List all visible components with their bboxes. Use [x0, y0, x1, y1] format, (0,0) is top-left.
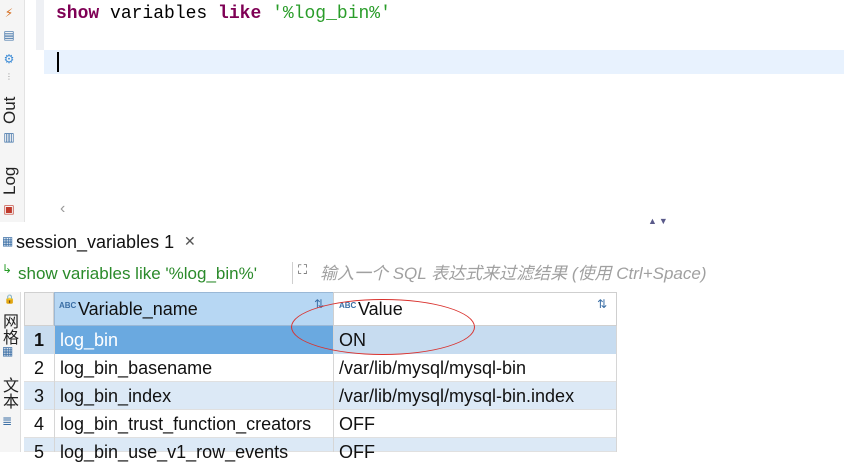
output-panel-label[interactable]: Out	[0, 92, 20, 128]
cell-variable-name[interactable]: log_bin_index	[60, 386, 171, 407]
row-number: 3	[33, 386, 44, 406]
sort-filter-icon[interactable]: ⇅	[597, 297, 607, 311]
log-panel-label[interactable]: Log	[0, 164, 20, 198]
run-script-icon[interactable]: ⚡	[2, 6, 16, 20]
cell-value[interactable]: OFF	[339, 414, 375, 435]
row-number: 2	[33, 358, 44, 378]
text-icon[interactable]: ≣	[2, 414, 12, 428]
divider	[292, 262, 293, 284]
row-number: 1	[33, 330, 44, 350]
sql-editor[interactable]	[36, 0, 844, 222]
grid-icon[interactable]: ▦	[2, 344, 13, 358]
more-icon[interactable]: ⋮	[2, 70, 16, 84]
output-icon[interactable]: ▥	[2, 130, 16, 144]
sql-text: variables	[99, 4, 219, 24]
close-icon[interactable]: ✕	[184, 233, 196, 250]
column-header-label: Variable_name	[78, 299, 198, 319]
text-view-label[interactable]: 文本	[0, 376, 20, 410]
log-icon[interactable]: ▣	[2, 202, 16, 216]
cell-variable-name[interactable]: log_bin	[60, 330, 118, 351]
cell-variable-name[interactable]: log_bin_use_v1_row_events	[60, 442, 288, 463]
sql-keyword-show: show	[56, 4, 100, 24]
cell-variable-name[interactable]: log_bin_basename	[60, 358, 212, 379]
sql-query-icon: ↳	[2, 262, 13, 276]
editor-gutter	[36, 0, 44, 50]
string-type-icon: ABC	[59, 301, 77, 310]
row-number: 5	[33, 442, 44, 462]
filter-input[interactable]	[320, 262, 840, 286]
tab-label[interactable]: session_variables 1	[16, 232, 174, 253]
cell-value[interactable]: OFF	[339, 442, 375, 463]
text-caret	[57, 52, 59, 72]
gear-icon[interactable]: ⚙	[2, 52, 16, 66]
table-icon: ▦	[2, 234, 14, 248]
panel-toggle-arrows-icon[interactable]: ▲▼	[648, 216, 670, 226]
current-line-highlight	[44, 50, 844, 74]
sql-keyword-like: like	[218, 4, 262, 24]
cell-variable-name[interactable]: log_bin_trust_function_creators	[60, 414, 311, 435]
source-query-text[interactable]: show variables like '%log_bin%'	[18, 264, 257, 284]
cell-value[interactable]: /var/lib/mysql/mysql-bin	[339, 358, 526, 379]
outline-icon[interactable]: ▤	[2, 28, 16, 42]
annotation-circle	[291, 299, 475, 355]
divider	[616, 326, 617, 452]
expand-filter-icon[interactable]: ⛶	[298, 262, 307, 278]
scroll-left-icon[interactable]: ‹	[60, 200, 65, 218]
sql-string-literal: '%log_bin%'	[272, 4, 391, 24]
row-number-header	[24, 292, 54, 326]
cell-value[interactable]: /var/lib/mysql/mysql-bin.index	[339, 386, 574, 407]
row-number: 4	[33, 414, 44, 434]
grid-view-label[interactable]: 网格	[0, 312, 20, 346]
left-side-toolbar: ⚡ ▤ ⚙ ⋮ Out ▥ Log ▣	[0, 0, 25, 222]
divider	[54, 326, 55, 452]
sql-statement[interactable]: show variables like '%log_bin%'	[56, 4, 391, 24]
lock-icon: 🔒	[4, 294, 16, 304]
result-view-toolbar: 🔒 网格 ▦ 文本 ≣	[0, 292, 21, 452]
